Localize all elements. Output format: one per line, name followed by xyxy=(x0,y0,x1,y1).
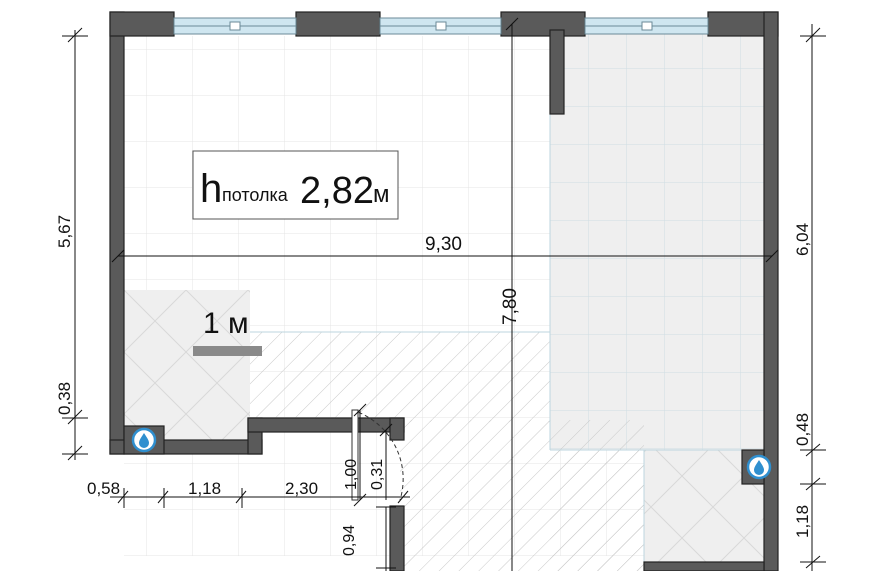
wall-top-3 xyxy=(500,11,586,37)
ceiling-height-prefix: h xyxy=(200,167,222,211)
floor-plan: h потолка 2,82 м 1 м 9,30 7,80 5,67 0,38… xyxy=(55,11,826,571)
windows xyxy=(173,17,709,35)
dim-door-width: 1,00 xyxy=(343,459,360,490)
dim-bottom-c: 2,30 xyxy=(285,479,318,498)
scale-bar-label: 1 м xyxy=(203,307,249,340)
wall-door-jamb xyxy=(389,417,405,441)
ceiling-height-word: потолка xyxy=(222,185,289,205)
ceiling-height-unit: м xyxy=(373,181,390,208)
wall-notch-h xyxy=(247,417,405,433)
dim-left-upper: 5,67 xyxy=(55,215,74,248)
wall-lower-partition xyxy=(389,505,405,571)
dim-bottom-a: 0,58 xyxy=(87,479,120,498)
wall-bottom-right xyxy=(643,561,765,571)
dim-total-depth: 7,80 xyxy=(500,288,521,325)
ceiling-height-value: 2,82 xyxy=(300,170,374,212)
dim-right-mid: 0,48 xyxy=(793,413,812,446)
dim-total-width: 9,30 xyxy=(425,234,462,255)
scale-bar xyxy=(193,346,262,356)
water-drop-icon xyxy=(746,454,772,480)
dim-bottom-b: 1,18 xyxy=(188,479,221,498)
dim-door-offset: 0,31 xyxy=(369,459,386,490)
dim-right-lower: 1,18 xyxy=(793,505,812,538)
dim-right-upper: 6,04 xyxy=(793,223,812,256)
wall-top-1 xyxy=(109,11,175,37)
wall-stub xyxy=(549,29,565,115)
wall-right xyxy=(763,11,779,571)
wall-top-2 xyxy=(295,11,381,37)
hatched-area xyxy=(250,332,550,422)
hatched-area-mid xyxy=(550,450,644,571)
dim-door-lower: 0,94 xyxy=(341,525,358,556)
dim-left-lower: 0,38 xyxy=(55,382,74,415)
tiled-zone-right-grid xyxy=(550,30,764,450)
wall-left xyxy=(109,11,125,455)
water-drop-icon xyxy=(131,427,157,453)
